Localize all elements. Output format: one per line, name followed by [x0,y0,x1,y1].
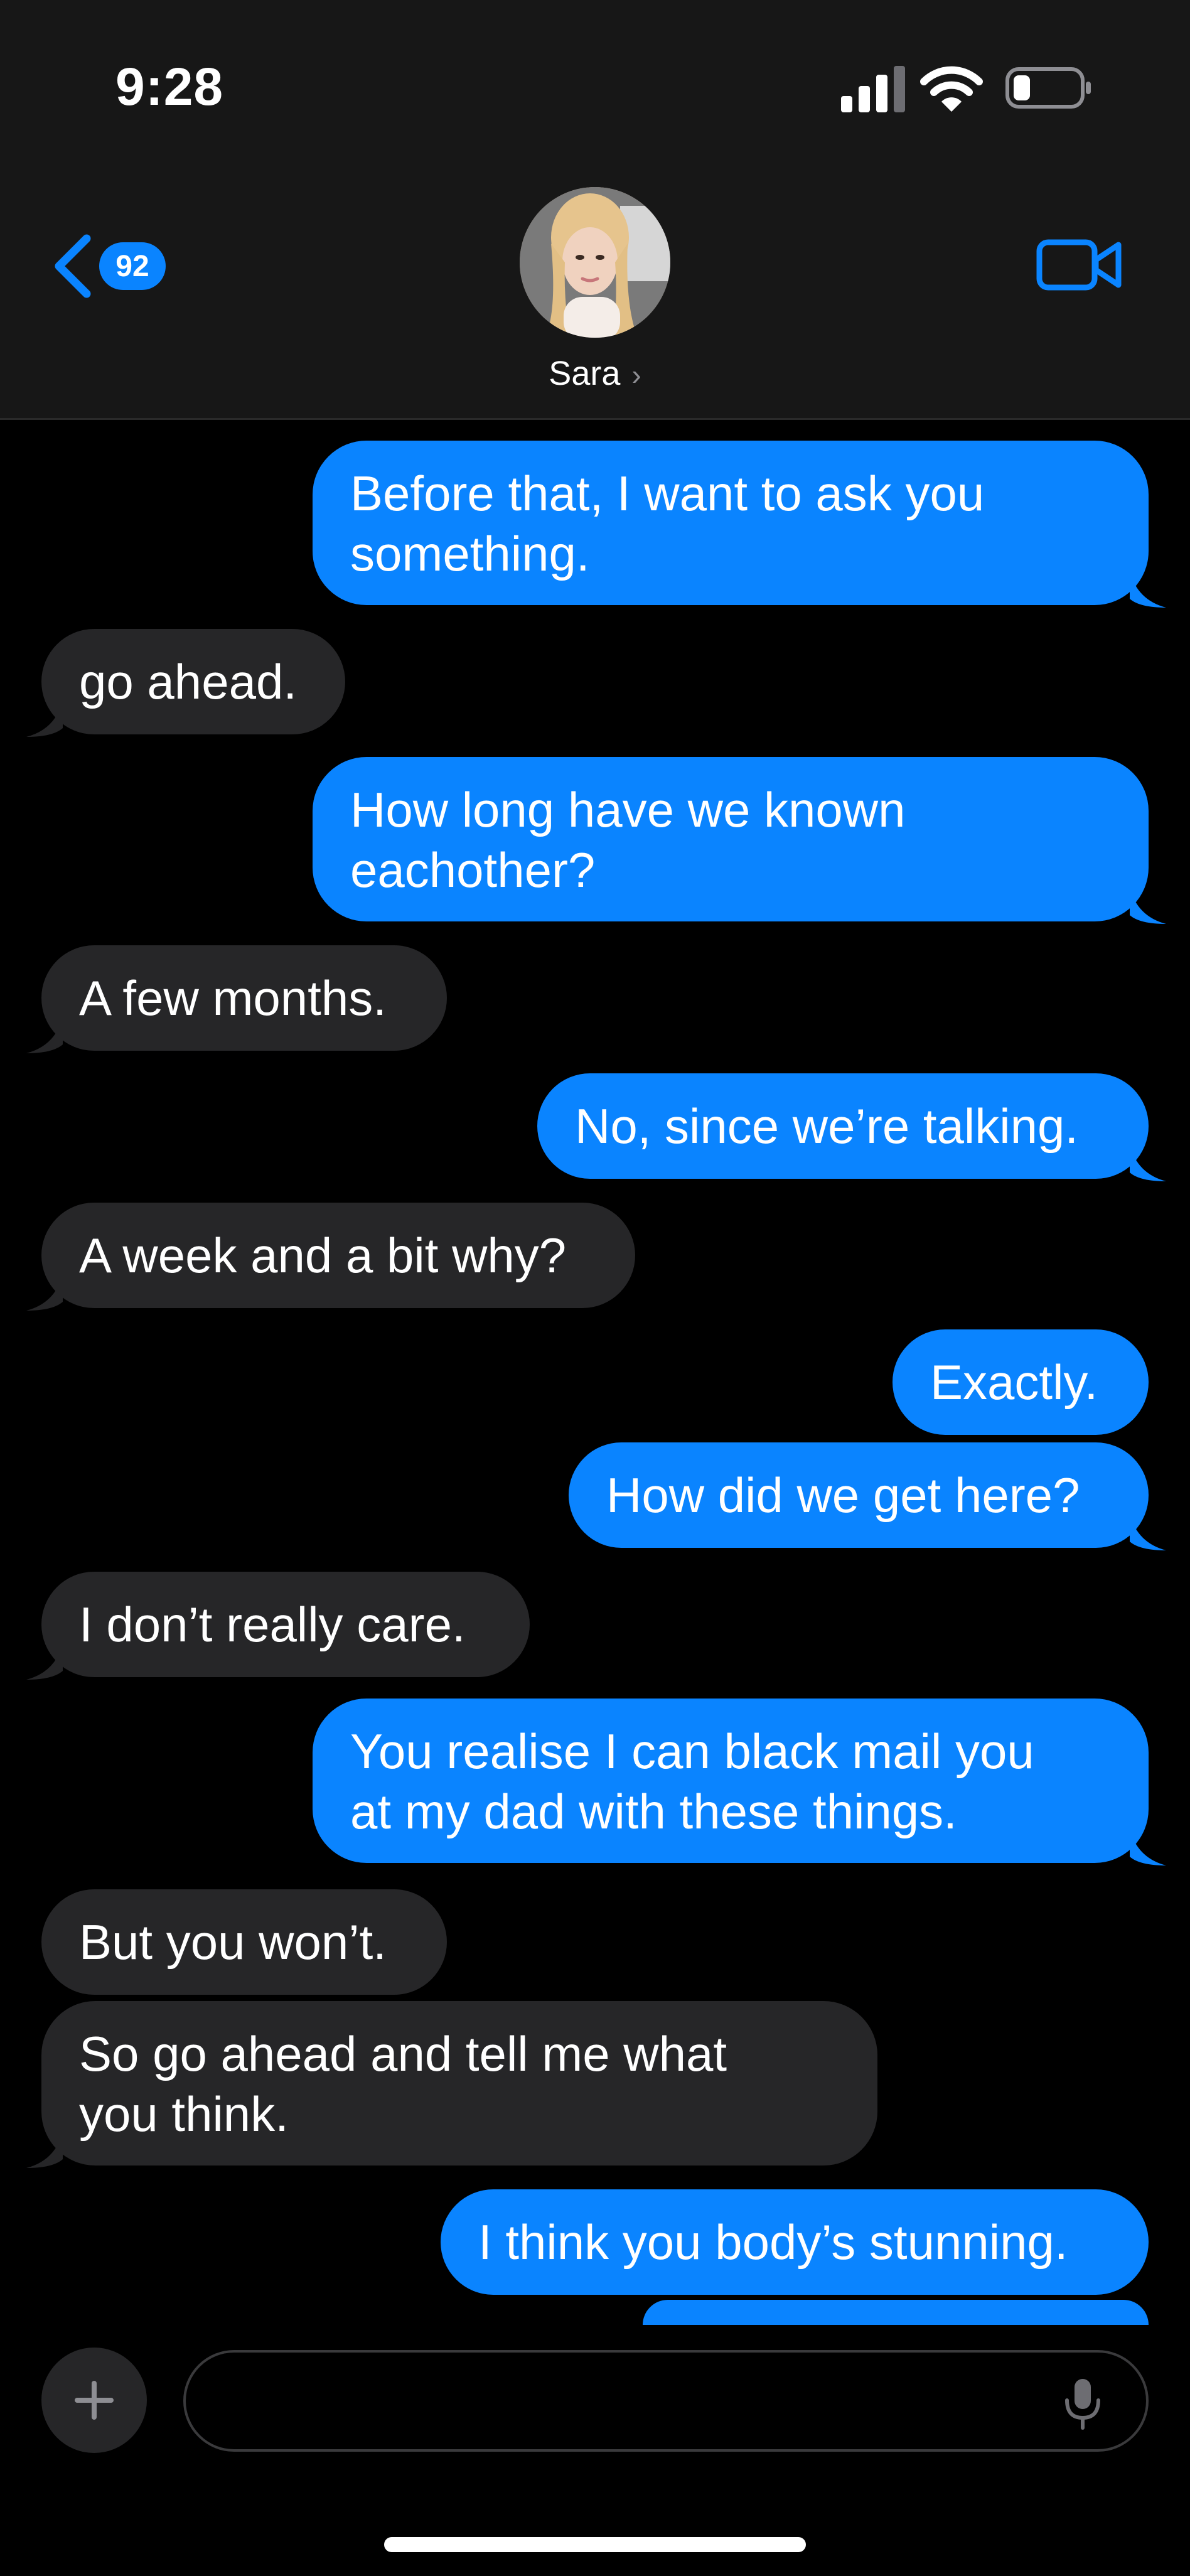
status-time: 9:28 [115,57,224,116]
bubble-tail-outgoing [1130,1829,1166,1865]
contact-name-button[interactable]: Sara › [0,354,1190,393]
chevron-left-icon[interactable] [50,233,94,299]
message-bubble-incoming[interactable]: A week and a bit why? [41,1203,635,1308]
message-line: at my dad with these things. [350,1784,957,1839]
message-line: How did we get here? [606,1468,1080,1523]
header-divider [0,418,1190,420]
message-line: Before that, I want to ask you [350,466,985,521]
plus-icon [75,2381,114,2420]
bubble-tail-outgoing [1130,1514,1166,1550]
contact-avatar[interactable] [520,187,670,338]
bubble-tail-incoming [26,1274,63,1311]
message-line: something. [350,526,590,581]
message-line: A few months. [79,970,387,1026]
message-line: So go ahead and tell me what [79,2026,727,2081]
bubble-tail-outgoing [1130,571,1166,608]
message-line: I don’t really care. [79,1597,466,1652]
wifi-icon [920,66,983,112]
message-line: But you won’t. [79,1914,387,1970]
message-bubble-incoming[interactable]: But you won’t. [41,1889,447,1995]
home-indicator[interactable] [384,2537,806,2552]
bubble-tail-outgoing [1130,888,1166,924]
message-bubble-incoming[interactable]: A few months. [41,945,447,1051]
message-line: You realise I can black mail you [350,1724,1034,1779]
message-input[interactable] [183,2350,1149,2452]
message-bubble-outgoing[interactable]: How did we get here? [569,1442,1149,1548]
unread-count-badge[interactable]: 92 [99,242,166,290]
message-line: I think you body’s stunning. [478,2214,1068,2270]
message-line: Exactly. [930,1355,1098,1410]
battery-low-icon [1005,67,1091,109]
message-bubble-outgoing[interactable]: You realise I can black mail you at my d… [313,1699,1149,1863]
message-bubble-incoming[interactable]: I don’t really care. [41,1572,530,1677]
microphone-icon[interactable] [1061,2375,1105,2432]
bubble-tail-incoming [26,2132,63,2168]
message-bubble-outgoing[interactable]: Before that, I want to ask you something… [313,441,1149,605]
chevron-right-icon: › [631,358,641,391]
bubble-tail-incoming [26,700,63,737]
message-line: you think. [79,2086,289,2142]
message-line: go ahead. [79,654,298,709]
message-line: A week and a bit why? [79,1228,567,1283]
message-bubble-outgoing[interactable]: Exactly. [893,1329,1149,1435]
message-bubble-outgoing[interactable]: I think you body’s stunning. [441,2189,1149,2295]
message-bubble-incoming[interactable]: go ahead. [41,629,345,734]
message-line: How long have we known [350,782,906,837]
message-line: No, since we’re talking. [575,1098,1079,1154]
contact-name: Sara [549,355,621,392]
attachments-plus-button[interactable] [41,2348,147,2453]
message-bubble-outgoing[interactable]: No, since we’re talking. [537,1073,1149,1179]
bubble-tail-outgoing [1130,1145,1166,1181]
cellular-signal-icon [841,66,906,112]
message-bubble-outgoing-partial [643,2300,1149,2325]
facetime-video-icon[interactable] [1036,233,1123,296]
bubble-tail-incoming [26,1017,63,1053]
message-bubble-incoming[interactable]: So go ahead and tell me what you think. [41,2001,877,2165]
message-bubble-outgoing[interactable]: How long have we known eachother? [313,757,1149,921]
message-line: eachother? [350,842,596,898]
bubble-tail-incoming [26,1643,63,1680]
